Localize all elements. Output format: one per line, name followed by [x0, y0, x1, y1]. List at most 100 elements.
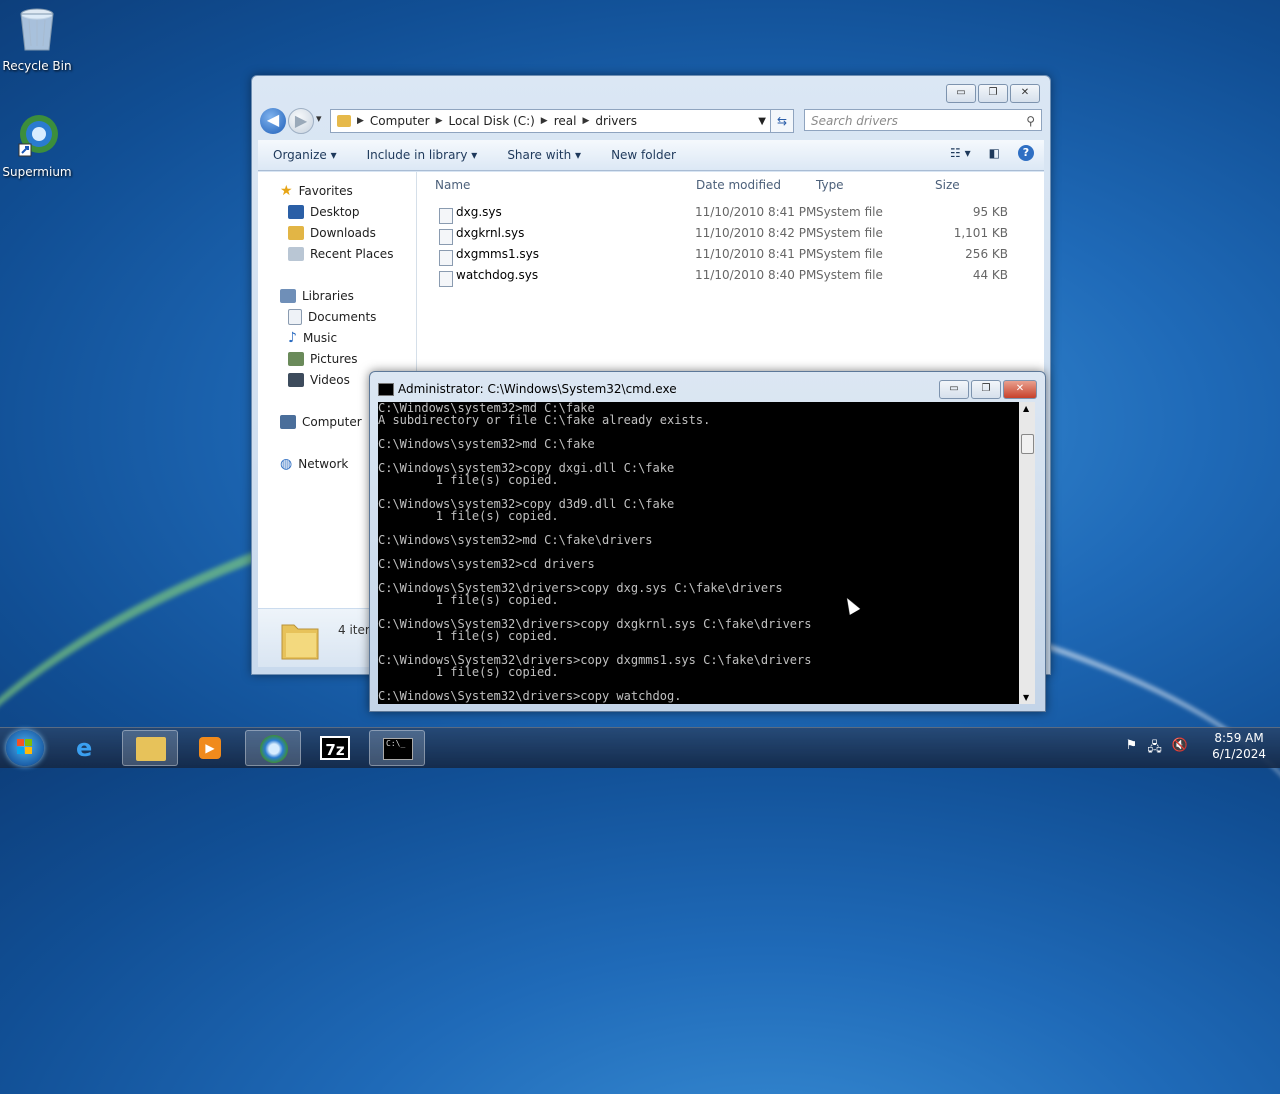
address-bar[interactable]: ▶ Computer ▶ Local Disk (C:) ▶ real ▶ dr… [330, 109, 773, 133]
nav-libraries[interactable]: Libraries [280, 287, 354, 305]
7zip-icon: 7z [320, 736, 350, 760]
forward-button[interactable]: ▶ [288, 108, 314, 134]
nav-downloads[interactable]: Downloads [288, 224, 376, 242]
include-in-library-menu[interactable]: Include in library ▾ [352, 148, 493, 162]
file-row[interactable]: watchdog.sys 11/10/2010 8:40 PM System f… [417, 265, 1044, 287]
column-header-type[interactable]: Type [816, 178, 844, 192]
console-output[interactable]: C:\Windows\system32>md C:\fake A subdirec… [378, 402, 1019, 704]
scroll-down-icon[interactable]: ▼ [1023, 693, 1029, 702]
share-with-menu[interactable]: Share with ▾ [492, 148, 596, 162]
explorer-window-controls: ▭ ❐ ✕ [946, 84, 1040, 103]
taskbar: e ▶ 7z C:\_ ⚑ 🖧 🔇 8:59 AM 6/1/2024 [0, 727, 1280, 768]
file-row[interactable]: dxgkrnl.sys 11/10/2010 8:42 PM System fi… [417, 223, 1044, 245]
navigation-bar: ◀ ▶ ▾ ▶ Computer ▶ Local Disk (C:) ▶ rea… [260, 108, 1042, 134]
action-center-flag-icon[interactable]: ⚑ [1126, 738, 1138, 760]
nav-documents-label: Documents [308, 310, 377, 324]
volume-muted-icon[interactable]: 🔇 [1172, 738, 1188, 760]
nav-documents[interactable]: Documents [288, 308, 376, 326]
refresh-button[interactable]: ⇆ [770, 109, 794, 133]
supermium-icon [260, 735, 288, 763]
cmd-title: Administrator: C:\Windows\System32\cmd.e… [398, 382, 677, 396]
cmd-window-controls: ▭ ❐ ✕ [939, 380, 1037, 399]
close-button[interactable]: ✕ [1010, 84, 1040, 103]
taskbar-supermium[interactable] [245, 730, 301, 766]
libraries-icon [280, 289, 296, 303]
file-size: 95 KB [972, 205, 1008, 219]
file-date: 11/10/2010 8:40 PM [695, 268, 817, 282]
cmd-close-button[interactable]: ✕ [1003, 380, 1037, 399]
console-line: 1 file(s) copied. [378, 665, 559, 679]
computer-icon [280, 415, 296, 429]
recent-pages-dropdown[interactable]: ▾ [316, 112, 322, 125]
clock-date: 6/1/2024 [1212, 747, 1266, 761]
console-line: 1 file(s) copied. [378, 629, 559, 643]
column-header-size[interactable]: Size [935, 178, 960, 192]
cmd-icon: C:\_ [383, 738, 413, 760]
search-icon: ⚲ [1026, 114, 1035, 128]
file-name: dxg.sys [456, 205, 502, 219]
nav-network[interactable]: ◍ Network [280, 455, 348, 473]
network-icon[interactable]: 🖧 [1147, 738, 1162, 760]
nav-pictures[interactable]: Pictures [288, 350, 358, 368]
nav-favorites-label: Favorites [298, 184, 353, 198]
breadcrumb-computer[interactable]: Computer [370, 114, 430, 128]
nav-recent-places[interactable]: Recent Places [288, 245, 393, 263]
file-type: System file [816, 226, 883, 240]
console-scrollbar[interactable]: ▲ ▼ [1019, 402, 1035, 704]
breadcrumb-local-disk[interactable]: Local Disk (C:) [449, 114, 535, 128]
recent-places-icon [288, 247, 304, 261]
nav-desktop[interactable]: Desktop [288, 203, 360, 221]
view-controls: ☷ ▾ ◧ ? [950, 145, 1034, 161]
scroll-thumb[interactable] [1021, 434, 1034, 454]
breadcrumb-drivers[interactable]: drivers [595, 114, 637, 128]
start-button[interactable] [6, 730, 44, 766]
taskbar-cmd[interactable]: C:\_ [369, 730, 425, 766]
column-header-date-modified[interactable]: Date modified [696, 178, 781, 192]
organize-menu[interactable]: Organize ▾ [258, 148, 352, 162]
console-line: C:\Windows\system32>md C:\fake [378, 437, 595, 451]
file-row[interactable]: dxgmms1.sys 11/10/2010 8:41 PM System fi… [417, 244, 1044, 266]
taskbar-media-player[interactable]: ▶ [183, 730, 239, 766]
address-dropdown-icon[interactable]: ▼ [758, 116, 766, 127]
file-type: System file [816, 205, 883, 219]
nav-music[interactable]: ♪ Music [288, 329, 337, 347]
cmd-icon [378, 383, 394, 396]
nav-downloads-label: Downloads [310, 226, 376, 240]
back-button[interactable]: ◀ [260, 108, 286, 134]
nav-computer-label: Computer [302, 415, 362, 429]
nav-computer[interactable]: Computer [280, 413, 362, 431]
minimize-button[interactable]: ▭ [946, 84, 976, 103]
taskbar-file-explorer[interactable] [122, 730, 178, 766]
desktop-icon-supermium[interactable]: Supermium [0, 112, 74, 179]
breadcrumb-real[interactable]: real [554, 114, 577, 128]
file-date: 11/10/2010 8:42 PM [695, 226, 817, 240]
file-row[interactable]: dxg.sys 11/10/2010 8:41 PM System file 9… [417, 202, 1044, 224]
breadcrumb-separator-icon: ▶ [582, 116, 590, 126]
nav-pictures-label: Pictures [310, 352, 358, 366]
maximize-button[interactable]: ❐ [978, 84, 1008, 103]
column-header-name[interactable]: Name [435, 178, 470, 192]
desktop-icon [288, 205, 304, 219]
help-icon[interactable]: ? [1018, 145, 1034, 161]
internet-explorer-icon: e [76, 734, 93, 762]
clock[interactable]: 8:59 AM 6/1/2024 [1212, 730, 1266, 762]
nav-recent-places-label: Recent Places [310, 247, 394, 261]
documents-icon [288, 309, 302, 325]
file-name: watchdog.sys [456, 268, 539, 282]
cmd-minimize-button[interactable]: ▭ [939, 380, 969, 399]
file-type: System file [816, 247, 883, 261]
taskbar-7zip[interactable]: 7z [307, 730, 363, 766]
file-size: 1,101 KB [953, 226, 1008, 240]
nav-network-label: Network [298, 457, 349, 471]
scroll-up-icon[interactable]: ▲ [1023, 404, 1029, 413]
nav-videos[interactable]: Videos [288, 371, 350, 389]
taskbar-internet-explorer[interactable]: e [62, 730, 118, 766]
console-line: C:\Windows\system32>md C:\fake\drivers [378, 533, 653, 547]
search-input[interactable]: Search drivers ⚲ [804, 109, 1042, 131]
new-folder-button[interactable]: New folder [596, 148, 691, 162]
preview-pane-icon[interactable]: ◧ [989, 146, 1000, 160]
cmd-maximize-button[interactable]: ❐ [971, 380, 1001, 399]
view-options-icon[interactable]: ☷ ▾ [950, 146, 971, 160]
desktop-icon-recycle-bin[interactable]: Recycle Bin [0, 6, 74, 73]
nav-favorites[interactable]: ★ Favorites [280, 182, 353, 200]
